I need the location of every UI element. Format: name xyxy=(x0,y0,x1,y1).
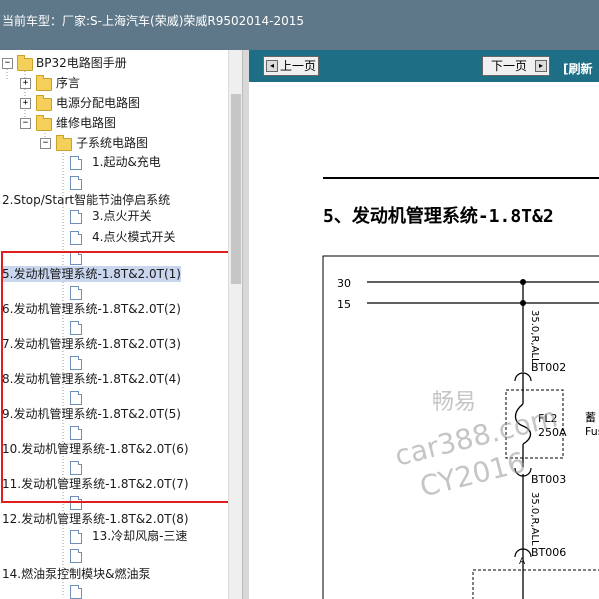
folder-icon xyxy=(36,95,52,111)
side-text-2: Fus xyxy=(585,425,599,438)
tree-leaf-12[interactable]: 12.发动机管理系统-1.8T&2.0T(8) xyxy=(2,511,189,527)
wire-label-bottom: 35.0,R,ALL xyxy=(529,492,540,546)
arrow-left-icon: ◂ xyxy=(266,60,278,72)
document-icon xyxy=(70,549,82,563)
document-icon xyxy=(70,585,82,599)
watermark-brand: 畅易 xyxy=(432,390,477,415)
expand-icon[interactable]: + xyxy=(20,78,31,89)
collapse-icon[interactable]: − xyxy=(40,138,51,149)
wire-label-top: 35.0,R,ALL xyxy=(529,310,540,364)
next-page-button[interactable]: 下一页 ▸ xyxy=(482,56,550,76)
connector-bt002: BT002 xyxy=(531,361,566,374)
document-icon xyxy=(70,210,82,224)
connector-bt006: BT006 xyxy=(531,546,566,559)
rail-label-30: 30 xyxy=(337,277,351,290)
folder-icon xyxy=(36,115,52,131)
scrollbar-thumb[interactable] xyxy=(231,94,241,284)
wiring-diagram: 30 15 35.0,R,ALL BT002 FL2 250A 蓄 Fus BT… xyxy=(322,255,599,599)
folder-icon xyxy=(17,55,33,71)
vehicle-info: 当前车型：厂家:S-上海汽车(荣威)荣威R9502014-2015 xyxy=(2,14,305,28)
collapse-icon[interactable]: − xyxy=(2,58,13,69)
highlight-box xyxy=(1,251,239,503)
rail-label-15: 15 xyxy=(337,298,351,311)
document-icon xyxy=(70,231,82,245)
document-icon xyxy=(70,156,82,170)
prev-page-button[interactable]: ◂ 上一页 xyxy=(263,56,319,76)
document-icon xyxy=(70,530,82,544)
tree-scrollbar[interactable] xyxy=(228,50,243,599)
tree-leaf-2[interactable]: 2.Stop/Start智能节油停启系统 xyxy=(2,192,170,208)
arrow-right-icon: ▸ xyxy=(535,60,547,72)
document-icon xyxy=(70,176,82,190)
title-bar: 当前车型：厂家:S-上海汽车(荣威)荣威R9502014-2015 xyxy=(0,0,599,50)
side-text-1: 蓄 xyxy=(585,411,596,424)
connector-bt003: BT003 xyxy=(531,473,566,486)
folder-icon xyxy=(36,75,52,91)
folder-icon xyxy=(56,135,72,151)
tree-leaf-14[interactable]: 14.燃油泵控制模块&燃油泵 xyxy=(2,566,150,582)
viewer-toolbar: ◂ 上一页 下一页 ▸ xyxy=(249,50,599,82)
panel-splitter[interactable] xyxy=(242,50,249,599)
diagram-viewer: 5、发动机管理系统-1.8T&2 30 15 35.0,R,ALL BT002 … xyxy=(249,82,599,599)
refresh-button[interactable]: [刷新 xyxy=(563,60,593,77)
expand-icon[interactable]: + xyxy=(20,98,31,109)
pin-label: A xyxy=(519,557,526,567)
collapse-icon[interactable]: − xyxy=(20,118,31,129)
